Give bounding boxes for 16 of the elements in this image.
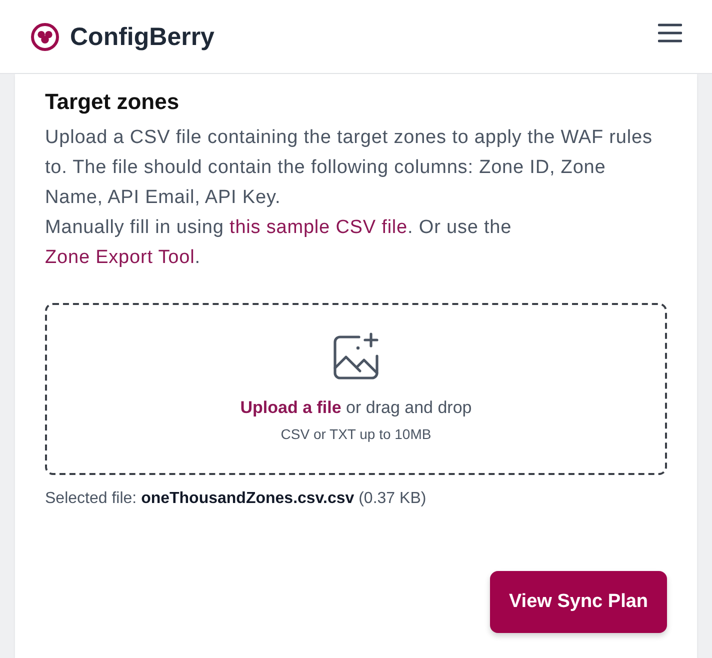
brand-name: ConfigBerry — [70, 22, 214, 52]
file-dropzone[interactable]: Upload a file or drag and drop CSV or TXT up to 10MB — [45, 303, 667, 475]
help-text: Manually fill in using this sample CSV file. Or use the Zone Export Tool. — [45, 216, 513, 270]
section-title: Target zones — [45, 88, 180, 116]
help-link[interactable]: this sample CSV file — [230, 217, 408, 238]
logo-icon — [30, 22, 60, 52]
menu-button[interactable] — [658, 22, 682, 42]
upload-prompt: Upload a file or drag and drop — [240, 397, 472, 419]
menu-icon — [658, 22, 682, 42]
description-text: Upload a CSV file containing the target zones to apply the WAF rules to. The file should contain the following columns: Zone ID, Zone Name, API Email, API Key. — [45, 126, 654, 210]
selected-file-text: Selected file: oneThousandZones.csv.csv (0.37 KB) — [45, 489, 428, 509]
view-sync-plan-button[interactable]: View Sync Plan — [490, 571, 667, 633]
upload-link[interactable]: Upload a file — [240, 398, 342, 417]
help-link[interactable]: Zone Export Tool — [45, 247, 195, 268]
file-type-hint: CSV or TXT up to 10MB — [280, 425, 432, 444]
image-plus-icon — [331, 332, 381, 382]
